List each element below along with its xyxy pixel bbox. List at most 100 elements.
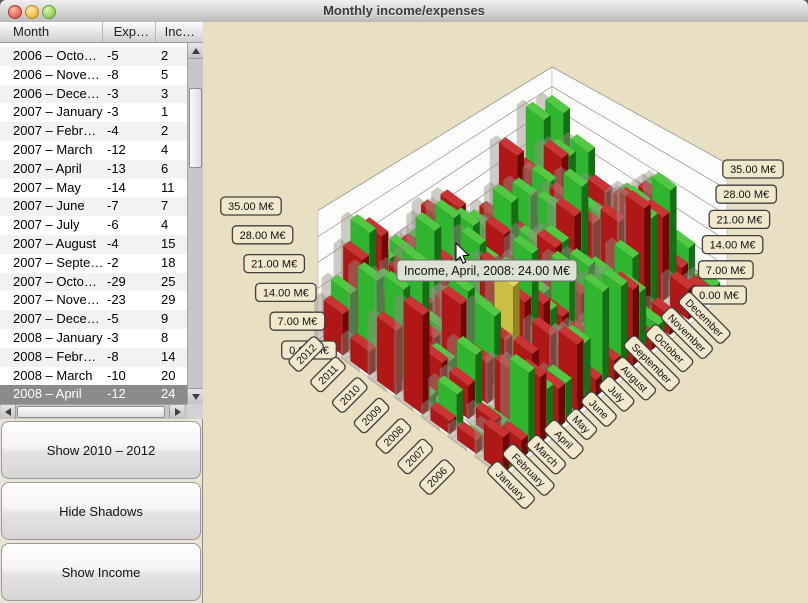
table-header[interactable]: Month Exp… Inc… — [0, 22, 203, 43]
vertical-scroll-thumb[interactable] — [189, 88, 202, 168]
value-axis-label-right: 21.00 M€ — [709, 210, 769, 228]
table-cell: 2008 – March — [0, 367, 103, 386]
table-row[interactable]: 2007 – June-77 — [0, 197, 187, 216]
table-row[interactable]: 2006 – Nove…-85 — [0, 66, 187, 85]
title-bar[interactable]: Monthly income/expenses — [0, 0, 808, 23]
hide-shadows-button[interactable]: Hide Shadows — [1, 482, 201, 540]
table-row[interactable]: 2006 – Dece…-33 — [0, 85, 187, 104]
table-row[interactable]: 2007 – Febr…-42 — [0, 122, 187, 141]
table-cell: -5 — [103, 310, 156, 329]
column-header-expenses[interactable]: Exp… — [103, 22, 156, 42]
chart-tooltip: Income, April, 2008: 24.00 M€ — [397, 260, 577, 281]
table-row[interactable]: 2007 – July-64 — [0, 216, 187, 235]
table-cell: -5 — [103, 47, 156, 66]
month-table[interactable]: Month Exp… Inc… 2006 – Octo…-522006 – No… — [0, 22, 203, 419]
table-row[interactable]: 2007 – March-124 — [0, 141, 187, 160]
table-cell: 2007 – April — [0, 160, 103, 179]
table-cell: 8 — [156, 329, 187, 348]
value-axis-label-left: 14.00 M€ — [256, 283, 316, 301]
table-row[interactable]: 2007 – August-415 — [0, 235, 187, 254]
table-cell: -7 — [103, 197, 156, 216]
up-arrow-icon — [192, 48, 200, 54]
table-cell: 2007 – January — [0, 103, 103, 122]
table-row[interactable]: 2007 – Nove…-2329 — [0, 291, 187, 310]
value-axis-label-right: 7.00 M€ — [699, 261, 754, 279]
scroll-right-button[interactable] — [169, 405, 184, 419]
app-window: Monthly income/expenses Month Exp… Inc… … — [0, 0, 808, 603]
table-cell: 2007 – Nove… — [0, 291, 103, 310]
value-axis-label-right: 35.00 M€ — [723, 160, 783, 178]
table-cell: 20 — [156, 367, 187, 386]
table-cell: 2007 – August — [0, 235, 103, 254]
table-cell: 3 — [156, 85, 187, 104]
chart-area[interactable]: 35.00 M€35.00 M€28.00 M€28.00 M€21.00 M€… — [203, 22, 808, 603]
table-cell: -29 — [103, 273, 156, 292]
table-cell: -2 — [103, 254, 156, 273]
column-header-income[interactable]: Inc… — [156, 22, 203, 42]
right-arrow-icon — [175, 408, 181, 416]
table-row[interactable]: 2007 – April-136 — [0, 160, 187, 179]
table-cell: -14 — [103, 179, 156, 198]
horizontal-scrollbar[interactable] — [0, 404, 187, 419]
table-rows[interactable]: 2006 – Octo…-522006 – Nove…-852006 – Dec… — [0, 43, 187, 404]
svg-text:Income, April, 2008: 24.00 M€: Income, April, 2008: 24.00 M€ — [404, 264, 570, 278]
table-cell: 1 — [156, 103, 187, 122]
scroll-up-button[interactable] — [188, 43, 203, 59]
show-2010-2012-button[interactable]: Show 2010 – 2012 — [1, 421, 201, 479]
show-income-button[interactable]: Show Income — [1, 543, 201, 601]
table-row[interactable]: 2007 – May-1411 — [0, 179, 187, 198]
vertical-scrollbar[interactable] — [187, 43, 203, 404]
table-cell: 2007 – Octo… — [0, 273, 103, 292]
column-header-month[interactable]: Month — [0, 22, 103, 42]
table-row[interactable]: 2007 – January-31 — [0, 103, 187, 122]
svg-text:21.00 M€: 21.00 M€ — [251, 259, 297, 271]
svg-text:7.00 M€: 7.00 M€ — [706, 265, 746, 277]
table-row[interactable]: 2007 – Septe…-218 — [0, 254, 187, 273]
table-row[interactable]: 2007 – Dece…-59 — [0, 310, 187, 329]
table-cell: -3 — [103, 329, 156, 348]
table-row[interactable]: 2006 – Octo…-52 — [0, 47, 187, 66]
value-axis-label-left: 21.00 M€ — [244, 255, 304, 273]
table-row[interactable]: 2008 – January-38 — [0, 329, 187, 348]
table-cell: 6 — [156, 160, 187, 179]
value-axis-label-left: 35.00 M€ — [221, 197, 281, 215]
horizontal-scroll-thumb[interactable] — [17, 406, 165, 418]
table-cell: 14 — [156, 348, 187, 367]
bar-expenses-2009-January[interactable] — [404, 296, 430, 414]
bar-chart-canvas[interactable]: 35.00 M€35.00 M€28.00 M€28.00 M€21.00 M€… — [203, 22, 808, 603]
table-cell: -12 — [103, 141, 156, 160]
table-cell: -8 — [103, 66, 156, 85]
table-cell: 2008 – April — [0, 385, 103, 404]
table-cell: 11 — [156, 179, 187, 198]
table-row[interactable]: 2008 – March-1020 — [0, 367, 187, 386]
table-cell: 4 — [156, 141, 187, 160]
table-cell: 2006 – Octo… — [0, 47, 103, 66]
table-cell: 2008 – January — [0, 329, 103, 348]
table-cell: 15 — [156, 235, 187, 254]
svg-text:14.00 M€: 14.00 M€ — [263, 287, 309, 299]
table-row[interactable]: 2008 – April-1224 — [0, 385, 187, 404]
table-cell: 24 — [156, 385, 187, 404]
table-cell: -8 — [103, 348, 156, 367]
table-cell: -6 — [103, 216, 156, 235]
table-cell: -3 — [103, 85, 156, 104]
table-cell: -3 — [103, 103, 156, 122]
svg-text:35.00 M€: 35.00 M€ — [730, 164, 776, 176]
table-cell: 29 — [156, 291, 187, 310]
window-title: Monthly income/expenses — [0, 3, 808, 18]
value-axis-label-left: 7.00 M€ — [270, 312, 325, 330]
scroll-down-button[interactable] — [188, 388, 203, 404]
table-cell: 2007 – June — [0, 197, 103, 216]
scroll-left-button[interactable] — [1, 405, 16, 419]
table-row[interactable]: 2007 – Octo…-2925 — [0, 273, 187, 292]
svg-text:28.00 M€: 28.00 M€ — [240, 230, 286, 242]
table-cell: 7 — [156, 197, 187, 216]
down-arrow-icon — [192, 394, 200, 400]
table-row[interactable]: 2008 – Febr…-814 — [0, 348, 187, 367]
table-cell: -4 — [103, 122, 156, 141]
value-axis-label-left: 28.00 M€ — [232, 226, 292, 244]
scrollbar-corner — [187, 404, 203, 419]
table-cell: 2007 – May — [0, 179, 103, 198]
button-area: Show 2010 – 2012 Hide Shadows Show Incom… — [0, 419, 203, 603]
table-cell: -23 — [103, 291, 156, 310]
